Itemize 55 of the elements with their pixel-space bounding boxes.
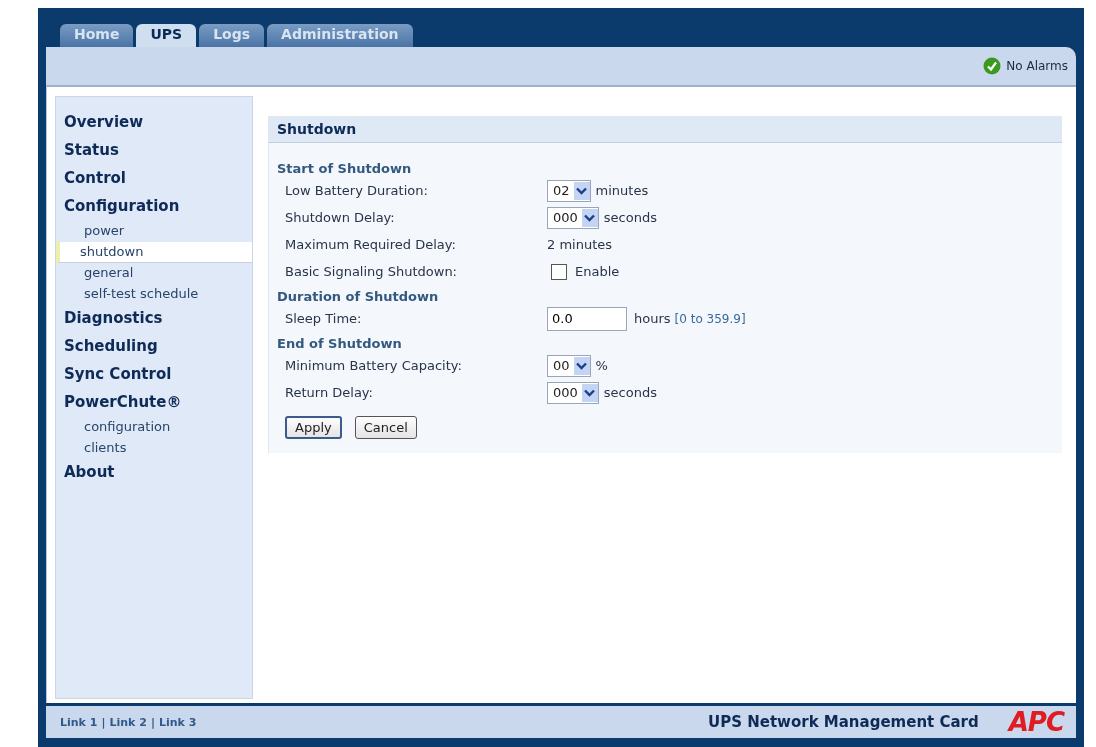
sidebar-item[interactable]: Sync Control — [56, 361, 252, 389]
field-label: Shutdown Delay: — [285, 210, 396, 225]
sidebar-item[interactable]: PowerChute® — [56, 389, 252, 417]
chevron-icon — [581, 383, 598, 402]
field-label: Return Delay: — [285, 385, 374, 400]
field-value: 2 minutes — [547, 237, 613, 252]
field-label: Sleep Time: — [285, 311, 363, 326]
sidebar-subitem[interactable]: power — [60, 221, 252, 242]
footer-link[interactable]: Link 3 — [158, 715, 197, 729]
panel-title: Shutdown — [269, 116, 1062, 143]
separator: | — [101, 715, 106, 729]
sidebar-item[interactable]: Overview — [56, 109, 252, 137]
separator: | — [150, 715, 155, 729]
range-hint: [0 to 359.9] — [674, 311, 746, 326]
unit-label: minutes — [595, 183, 649, 198]
product-name: UPS Network Management Card — [707, 713, 979, 731]
chevron-icon — [581, 208, 598, 227]
sidebar-subitem[interactable]: self-test schedule — [60, 284, 252, 305]
nav-tab[interactable]: UPS — [136, 24, 197, 47]
unit-label: % — [595, 358, 608, 373]
sidebar-item[interactable]: Control — [56, 165, 252, 193]
checkbox-label: Enable — [575, 264, 620, 279]
sidebar-item[interactable]: About — [56, 459, 252, 487]
sidebar-subitem[interactable]: shutdown — [56, 242, 252, 263]
sidebar-subitem[interactable]: configuration — [60, 417, 252, 438]
alarm-status: No Alarms — [1006, 59, 1068, 73]
sidebar-subitem[interactable]: clients — [60, 438, 252, 459]
dropdown[interactable]: 000 — [547, 381, 599, 404]
sidebar-item[interactable]: Status — [56, 137, 252, 165]
section-heading: Duration of Shutdown — [277, 289, 440, 304]
sidebar-subitem[interactable]: general — [60, 263, 252, 284]
chevron-icon — [573, 181, 590, 200]
dropdown[interactable]: 00 — [547, 354, 591, 377]
field-label: Low Battery Duration: — [285, 183, 429, 198]
dropdown[interactable]: 02 — [547, 179, 591, 202]
sidebar-item[interactable]: Scheduling — [56, 333, 252, 361]
sidebar-item[interactable]: Diagnostics — [56, 305, 252, 333]
dropdown[interactable]: 000 — [547, 206, 599, 229]
brand-logo: APC — [1008, 707, 1064, 737]
field-label: Basic Signaling Shutdown: — [285, 264, 458, 279]
unit-label: hours — [634, 311, 671, 326]
unit-label: seconds — [603, 210, 657, 225]
footer-link[interactable]: Link 2 — [109, 715, 147, 729]
unit-label: seconds — [603, 385, 657, 400]
apply-button[interactable]: Apply — [285, 416, 342, 439]
sidebar-item[interactable]: Configuration — [56, 193, 252, 221]
input-field[interactable]: 0.0 — [547, 306, 627, 331]
field-label: Minimum Battery Capacity: — [285, 358, 463, 373]
section-heading: End of Shutdown — [277, 336, 403, 351]
footer-link[interactable]: Link 1 — [60, 715, 98, 729]
section-heading: Start of Shutdown — [277, 161, 413, 176]
chevron-icon — [573, 356, 590, 375]
field-label: Maximum Required Delay: — [285, 237, 457, 252]
cancel-button[interactable]: Cancel — [354, 416, 417, 439]
checkbox[interactable] — [551, 263, 567, 280]
